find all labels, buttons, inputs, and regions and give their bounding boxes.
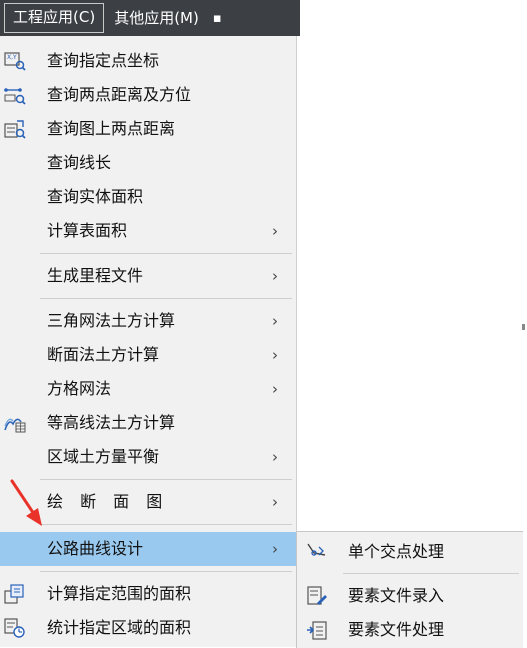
- menu-item-section-earthwork[interactable]: 断面法土方计算 ›: [0, 338, 296, 372]
- chevron-right-icon: ›: [272, 493, 278, 511]
- submenu-separator: [343, 573, 519, 574]
- menu-item-query-map-distance[interactable]: 查询图上两点距离: [0, 112, 296, 146]
- menu-item-label: 查询指定点坐标: [47, 51, 160, 70]
- menu-item-label: 查询实体面积: [47, 187, 144, 206]
- menu-item-label: 统计指定区域的面积: [47, 618, 192, 637]
- menu-item-label: 绘 断 面 图: [47, 492, 169, 511]
- chevron-right-icon: ›: [272, 312, 278, 330]
- chevron-right-icon: ›: [272, 346, 278, 364]
- menu-item-label: 计算指定范围的面积: [47, 584, 192, 603]
- submenu-item-label: 要素文件处理: [348, 620, 445, 639]
- distance-bearing-icon: [4, 88, 26, 105]
- menu-item-label: 断面法土方计算: [47, 345, 160, 364]
- chevron-right-icon: ›: [272, 380, 278, 398]
- menu-separator: [40, 253, 292, 254]
- menu-item-stat-region-area[interactable]: 统计指定区域的面积: [0, 611, 296, 645]
- chevron-right-icon: ›: [272, 540, 278, 558]
- intersection-process-icon: [307, 543, 326, 556]
- edge-marker: [522, 324, 525, 330]
- chevron-right-icon: ›: [272, 448, 278, 466]
- menu-item-label: 计算表面积: [47, 221, 128, 240]
- svg-text:X,Y: X,Y: [7, 54, 17, 61]
- file-process-icon: [307, 621, 327, 640]
- menu-separator: [40, 571, 292, 572]
- menu-item-label: 查询线长: [47, 153, 112, 172]
- menu-engineering-apps[interactable]: 工程应用(C): [4, 3, 105, 33]
- region-area-icon: [4, 618, 25, 638]
- menu-separator: [40, 298, 292, 299]
- menu-item-grid-method[interactable]: 方格网法 ›: [0, 372, 296, 406]
- chevron-right-icon: ›: [272, 222, 278, 240]
- menu-item-tin-earthwork[interactable]: 三角网法土方计算 ›: [0, 304, 296, 338]
- submenu-item-single-intersection[interactable]: 单个交点处理: [297, 534, 523, 570]
- menu-item-query-point-coordinate[interactable]: X,Y 查询指定点坐标: [0, 44, 296, 78]
- menu-item-label: 区域土方量平衡: [47, 447, 160, 466]
- submenu-item-feature-file-entry[interactable]: 要素文件录入: [297, 578, 523, 614]
- file-entry-icon: [307, 586, 327, 605]
- menu-separator: [40, 524, 292, 525]
- menu-bar: 工程应用(C) 其他应用(M) ▪: [0, 0, 300, 36]
- annotation-arrow-icon: [10, 479, 42, 526]
- submenu-item-label: 要素文件录入: [348, 586, 445, 605]
- engineering-apps-dropdown: X,Y 查询指定点坐标 查询两点距离及方位 查询图上两点距离 查询线长 查询实体…: [0, 36, 297, 647]
- contour-earthwork-icon: [4, 418, 26, 433]
- menu-item-contour-earthwork[interactable]: 等高线法土方计算: [0, 406, 296, 440]
- chevron-right-icon: ›: [272, 267, 278, 285]
- menubar-overflow-icon[interactable]: ▪: [213, 11, 222, 26]
- menu-item-query-entity-area[interactable]: 查询实体面积: [0, 180, 296, 214]
- menu-item-highway-curve-design[interactable]: 公路曲线设计 ›: [0, 532, 296, 566]
- menu-item-label: 等高线法土方计算: [47, 413, 176, 432]
- menu-item-label: 查询两点距离及方位: [47, 85, 192, 104]
- menu-item-calc-range-area[interactable]: 计算指定范围的面积: [0, 577, 296, 611]
- menu-item-label: 公路曲线设计: [47, 539, 144, 558]
- map-distance-icon: [4, 120, 26, 139]
- submenu-item-label: 单个交点处理: [348, 542, 445, 561]
- menu-item-query-distance-bearing[interactable]: 查询两点距离及方位: [0, 78, 296, 112]
- menu-item-calc-surface-area[interactable]: 计算表面积 ›: [0, 214, 296, 248]
- submenu-item-feature-file-process[interactable]: 要素文件处理: [297, 612, 523, 648]
- menu-item-query-line-length[interactable]: 查询线长: [0, 146, 296, 180]
- range-area-icon: [4, 584, 24, 604]
- menu-item-label: 查询图上两点距离: [47, 119, 176, 138]
- point-coordinate-icon: X,Y: [4, 52, 26, 71]
- menu-item-label: 三角网法土方计算: [47, 311, 176, 330]
- menu-other-apps[interactable]: 其他应用(M): [106, 4, 207, 32]
- menu-item-region-earthwork-balance[interactable]: 区域土方量平衡 ›: [0, 440, 296, 474]
- highway-curve-submenu: 单个交点处理 要素文件录入 要素文件处理: [296, 531, 523, 648]
- menu-item-label: 方格网法: [47, 379, 112, 398]
- menu-separator: [40, 479, 292, 480]
- menu-item-label: 生成里程文件: [47, 266, 144, 285]
- menu-item-generate-mileage-file[interactable]: 生成里程文件 ›: [0, 259, 296, 293]
